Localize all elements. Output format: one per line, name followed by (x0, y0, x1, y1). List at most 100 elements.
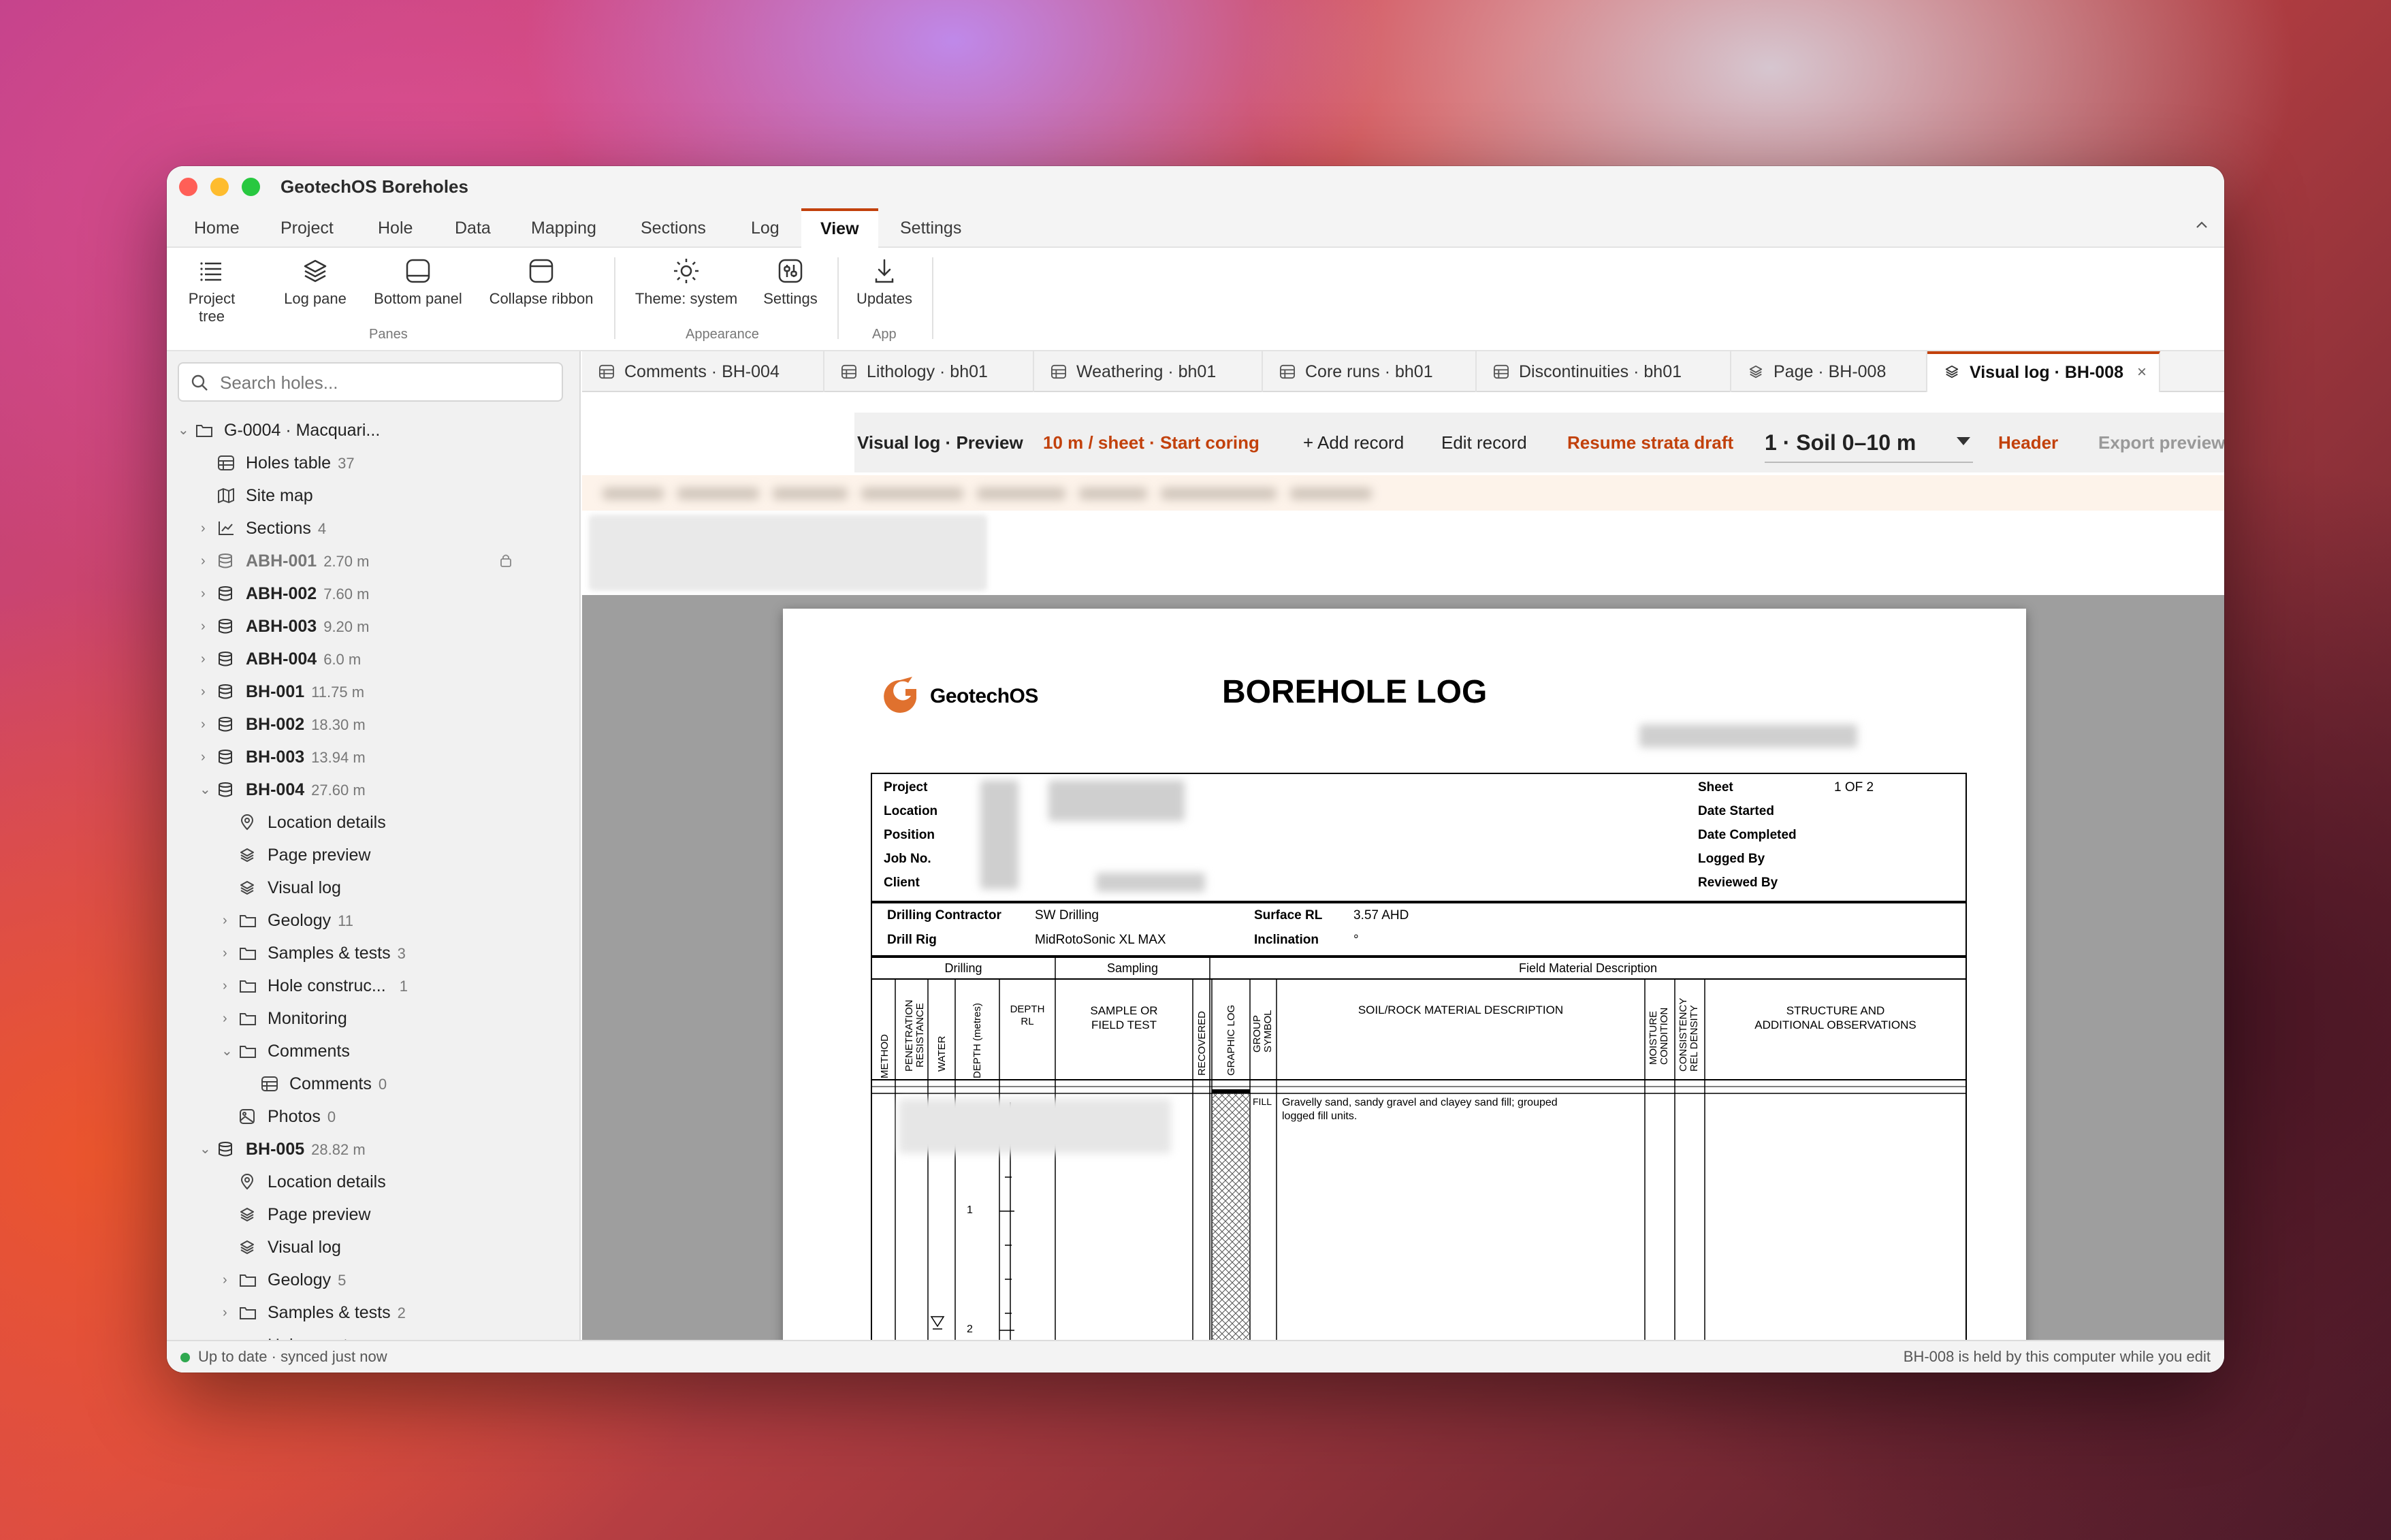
export-pdf-button[interactable]: Export preview PDF (2098, 413, 2224, 472)
range-select[interactable]: 1 · Soil 0–10 m (1765, 413, 1973, 463)
tree-monitoring[interactable]: › Monitoring (167, 1002, 579, 1035)
tree-geology[interactable]: › Geology 5 (167, 1264, 579, 1296)
tree-page-preview[interactable]: Page preview (167, 1198, 579, 1231)
log-pane-button[interactable]: Log pane (283, 257, 348, 308)
chevron-down-icon[interactable]: ⌄ (199, 1133, 211, 1166)
chevron-right-icon[interactable]: › (201, 610, 206, 643)
tab-page-bh008[interactable]: Page · BH-008 (1731, 351, 1927, 392)
collapse-ribbon-chevron-icon[interactable] (2194, 218, 2209, 238)
tree-samples[interactable]: › Samples & tests 3 (167, 937, 579, 969)
header-button[interactable]: Header (1998, 413, 2058, 472)
col-symbol: SYMBOL (1262, 1010, 1274, 1053)
collapse-ribbon-button[interactable]: Collapse ribbon (481, 257, 601, 308)
col-depth-rl-line2: RL (1021, 1016, 1034, 1027)
chevron-right-icon[interactable]: › (223, 969, 227, 1002)
menu-mapping[interactable]: Mapping (531, 208, 596, 248)
resume-draft-button[interactable]: Resume strata draft (1567, 413, 1733, 472)
tree-geology[interactable]: › Geology 11 (167, 904, 579, 937)
tree-hole[interactable]: › BH-002 18.30 m (167, 708, 579, 741)
add-record-button[interactable]: + Add record (1303, 413, 1404, 472)
location-pin-icon (240, 814, 254, 831)
scale-button[interactable]: 10 m / sheet · Start coring (1043, 413, 1259, 472)
table-icon (1494, 364, 1509, 379)
menu-home[interactable]: Home (194, 208, 240, 248)
chevron-right-icon[interactable]: › (223, 1002, 227, 1035)
tree-hole[interactable]: › ABH-003 9.20 m (167, 610, 579, 643)
tree-visual-log[interactable]: Visual log (167, 1231, 579, 1264)
edit-record-button[interactable]: Edit record (1441, 413, 1527, 472)
menu-project[interactable]: Project (280, 208, 334, 248)
log-toolbar: Visual log · Preview 10 m / sheet · Star… (854, 413, 2224, 472)
bottom-panel-button[interactable]: Bottom panel (367, 257, 469, 308)
chevron-right-icon[interactable]: › (201, 643, 206, 675)
tree-location-details[interactable]: Location details (167, 1166, 579, 1198)
project-tree-button[interactable]: Project tree (182, 257, 242, 325)
tree-hole[interactable]: › ABH-001 2.70 m (167, 545, 579, 577)
tree-visual-log[interactable]: Visual log (167, 871, 579, 904)
group-sampling: Sampling (1106, 961, 1159, 975)
menu-log[interactable]: Log (751, 208, 780, 248)
minimize-window-button[interactable] (210, 178, 229, 196)
geology-label: Geology (268, 1270, 332, 1289)
tree-hole[interactable]: › BH-001 11.75 m (167, 675, 579, 708)
samples-count: 3 (397, 945, 406, 962)
chevron-right-icon[interactable]: › (201, 512, 206, 545)
search-box[interactable] (178, 362, 563, 402)
tree-hole[interactable]: › BH-003 13.94 m (167, 741, 579, 773)
tree-hole-expanded[interactable]: ⌄ BH-004 27.60 m (167, 773, 579, 806)
close-window-button[interactable] (179, 178, 197, 196)
monitoring-label: Monitoring (268, 1009, 347, 1028)
tree-location-details[interactable]: Location details (167, 806, 579, 839)
menu-sections[interactable]: Sections (641, 208, 706, 248)
menu-view[interactable]: View (801, 208, 878, 248)
tree-hole-expanded[interactable]: ⌄ BH-005 28.82 m (167, 1133, 579, 1166)
tree-hole[interactable]: › ABH-002 7.60 m (167, 577, 579, 610)
tree-samples[interactable]: › Samples & tests 2 (167, 1296, 579, 1329)
tab-lithology-bh01[interactable]: Lithology · bh01 (824, 351, 1034, 392)
redacted-text (773, 487, 848, 500)
tab-core-runs-bh01[interactable]: Core runs · bh01 (1263, 351, 1477, 392)
field-label: Logged By (1698, 852, 1765, 866)
tree-holes-table[interactable]: Holes table 37 (167, 447, 579, 479)
tree-project[interactable]: ⌄ G-0004 · Macquari... (167, 414, 579, 447)
panes-group-label: Panes (369, 327, 408, 342)
chevron-right-icon[interactable]: › (223, 904, 227, 937)
tree-site-map[interactable]: Site map (167, 479, 579, 512)
tree-page-preview[interactable]: Page preview (167, 839, 579, 871)
tree-hole[interactable]: › ABH-004 6.0 m (167, 643, 579, 675)
tree-hole-construction[interactable]: › Hole construc... 1 (167, 969, 579, 1002)
menu-settings[interactable]: Settings (900, 208, 961, 248)
tab-weathering-bh01[interactable]: Weathering · bh01 (1034, 351, 1263, 392)
sections-label: Sections (246, 519, 311, 538)
chevron-down-icon[interactable]: ⌄ (199, 773, 211, 806)
tree-sections[interactable]: › Sections 4 (167, 512, 579, 545)
settings-button[interactable]: Settings (756, 257, 824, 308)
chevron-right-icon[interactable]: › (201, 741, 206, 773)
zoom-window-button[interactable] (242, 178, 260, 196)
col-resistance: RESISTANCE (914, 1003, 926, 1068)
chevron-right-icon[interactable]: › (201, 577, 206, 610)
chevron-right-icon[interactable]: › (223, 1296, 227, 1329)
chevron-right-icon[interactable]: › (201, 545, 206, 577)
search-input[interactable] (220, 370, 547, 395)
theme-button[interactable]: Theme: system (630, 257, 743, 308)
tab-label: Discontinuities · bh01 (1519, 362, 1682, 381)
close-tab-icon[interactable]: × (2137, 354, 2147, 391)
tree-comments-folder[interactable]: ⌄ Comments (167, 1035, 579, 1068)
updates-button[interactable]: Updates (850, 257, 918, 308)
chevron-right-icon[interactable]: › (201, 708, 206, 741)
chevron-right-icon[interactable]: › (223, 1264, 227, 1296)
chevron-down-icon[interactable]: ⌄ (221, 1035, 233, 1068)
tab-visual-log-bh008[interactable]: Visual log · BH-008 × (1927, 351, 2160, 392)
chevron-right-icon[interactable]: › (223, 937, 227, 969)
tab-comments-bh004[interactable]: Comments · BH-004 (582, 351, 824, 392)
preview-canvas[interactable]: GeotechOS BOREHOLE LOG Project Location … (582, 595, 2224, 1348)
menu-data[interactable]: Data (455, 208, 491, 248)
chevron-down-icon[interactable]: ⌄ (178, 414, 189, 447)
bottom-panel-label: Bottom panel (374, 290, 462, 307)
tree-photos[interactable]: Photos 0 (167, 1100, 579, 1133)
chevron-right-icon[interactable]: › (201, 675, 206, 708)
tab-discontinuities-bh01[interactable]: Discontinuities · bh01 (1477, 351, 1731, 392)
menu-hole[interactable]: Hole (378, 208, 413, 248)
tree-comments-table[interactable]: Comments 0 (167, 1068, 579, 1100)
